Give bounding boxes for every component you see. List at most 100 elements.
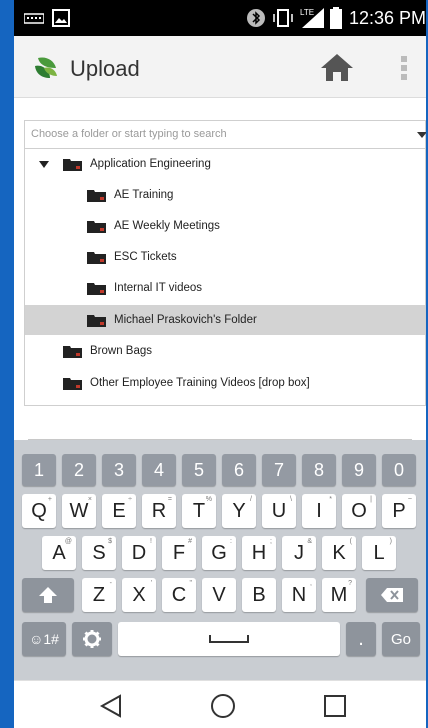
key-3[interactable]: 3 xyxy=(102,454,136,486)
key-alt: - xyxy=(109,580,112,587)
key-alt: ? xyxy=(348,580,352,587)
key-w[interactable]: W × xyxy=(62,494,96,528)
key-label: L xyxy=(373,541,385,564)
key-l[interactable]: L) xyxy=(362,536,396,570)
key-label: D xyxy=(131,541,147,564)
key-alt: " xyxy=(189,580,193,587)
key-j[interactable]: J & xyxy=(282,536,316,570)
folder-item-internal-it-videos[interactable]: Internal IT videos xyxy=(25,273,425,303)
key-label: 2 xyxy=(73,459,84,480)
key-label: 1 xyxy=(33,459,44,480)
key-p[interactable]: P ~ xyxy=(382,494,416,528)
key-alt: = xyxy=(167,496,172,503)
key-label: A xyxy=(52,541,66,564)
app-logo-icon xyxy=(35,57,57,78)
key-6[interactable]: 6 xyxy=(222,454,256,486)
folder-item-michael-praskovich-selected[interactable]: Michael Praskovich's Folder xyxy=(25,305,425,335)
folder-item-brown-bags[interactable]: Brown Bags xyxy=(25,336,425,366)
key-label: 0 xyxy=(393,459,404,480)
expand-arrow-icon[interactable] xyxy=(39,160,49,168)
key-y[interactable]: Y / xyxy=(222,494,256,528)
key-label: V xyxy=(212,583,226,606)
key-t[interactable]: T% xyxy=(182,494,216,528)
shift-key[interactable] xyxy=(22,578,74,612)
signal-lte-icon: LTE xyxy=(298,0,326,36)
recents-icon[interactable] xyxy=(322,693,348,719)
key-m[interactable]: M? xyxy=(322,578,356,612)
home-icon[interactable] xyxy=(320,52,354,82)
key-1[interactable]: 1 xyxy=(22,454,56,486)
settings-key[interactable] xyxy=(72,622,112,656)
folder-item-other-employee-training[interactable]: Other Employee Training Videos [drop box… xyxy=(25,368,425,398)
period-key[interactable]: . xyxy=(346,622,376,656)
key-label: F xyxy=(172,541,186,564)
upload-content: Application Engineering AE Training AE W… xyxy=(14,98,426,442)
key-alt: ~ xyxy=(407,496,412,503)
key-n[interactable]: N, xyxy=(282,578,316,612)
key-s[interactable]: S $ xyxy=(82,536,116,570)
key-label: P xyxy=(392,499,406,522)
key-r[interactable]: R = xyxy=(142,494,176,528)
key-5[interactable]: 5 xyxy=(182,454,216,486)
vibrate-icon xyxy=(272,0,294,36)
key-alt: * xyxy=(329,496,332,503)
folder-item-application-engineering[interactable]: Application Engineering xyxy=(25,149,425,179)
key-label: M xyxy=(330,583,348,606)
key-e[interactable]: E ÷ xyxy=(102,494,136,528)
folder-item-ae-weekly-meetings[interactable]: AE Weekly Meetings xyxy=(25,211,425,241)
key-h[interactable]: H; xyxy=(242,536,276,570)
key-alt: ; xyxy=(270,538,272,545)
key-i[interactable]: I * xyxy=(302,494,336,528)
key-c[interactable]: C " xyxy=(162,578,196,612)
folder-icon xyxy=(63,345,82,358)
key-alt: + xyxy=(47,496,52,503)
home-circle-icon[interactable] xyxy=(210,693,236,719)
bluetooth-icon xyxy=(246,0,266,36)
key-label: U xyxy=(271,499,287,522)
go-key[interactable]: Go xyxy=(382,622,420,656)
key-f[interactable]: F # xyxy=(162,536,196,570)
folder-label: Internal IT videos xyxy=(114,282,203,294)
key-u[interactable]: U \ xyxy=(262,494,296,528)
symbols-key[interactable]: ☺1# xyxy=(22,622,66,656)
key-0[interactable]: 0 xyxy=(382,454,416,486)
folder-item-esc-tickets[interactable]: ESC Tickets xyxy=(25,242,425,272)
key-o[interactable]: O | xyxy=(342,494,376,528)
backspace-key[interactable] xyxy=(366,578,418,612)
key-z[interactable]: Z- xyxy=(82,578,116,612)
key-2[interactable]: 2 xyxy=(62,454,96,486)
folder-tree: Application Engineering AE Training AE W… xyxy=(24,148,426,406)
key-8[interactable]: 8 xyxy=(302,454,336,486)
key-x[interactable]: X ' xyxy=(122,578,156,612)
key-label: B xyxy=(252,583,266,606)
folder-search-field[interactable] xyxy=(24,120,426,148)
overflow-menu-icon[interactable] xyxy=(398,54,410,82)
key-label: G xyxy=(211,541,227,564)
key-label: . xyxy=(358,627,364,650)
spacebar-key[interactable] xyxy=(118,622,340,656)
folder-item-ae-training[interactable]: AE Training xyxy=(25,180,425,210)
key-v[interactable]: V xyxy=(202,578,236,612)
key-b[interactable]: B xyxy=(242,578,276,612)
key-k[interactable]: K( xyxy=(322,536,356,570)
key-label: 5 xyxy=(193,459,204,480)
key-9[interactable]: 9 xyxy=(342,454,376,486)
key-alt: % xyxy=(205,496,212,503)
folder-search-input[interactable] xyxy=(25,121,395,147)
key-alt: ÷ xyxy=(128,496,132,503)
chevron-down-icon[interactable] xyxy=(417,132,426,138)
key-alt: | xyxy=(370,496,372,503)
image-notification-icon xyxy=(52,0,70,36)
key-a[interactable]: A @ xyxy=(42,536,76,570)
back-icon[interactable] xyxy=(98,693,124,719)
key-q[interactable]: Q + xyxy=(22,494,56,528)
key-7[interactable]: 7 xyxy=(262,454,296,486)
key-label: W xyxy=(69,499,89,522)
key-g[interactable]: G: xyxy=(202,536,236,570)
key-label: 6 xyxy=(233,459,244,480)
key-4[interactable]: 4 xyxy=(142,454,176,486)
key-label: S xyxy=(92,541,106,564)
key-d[interactable]: D! xyxy=(122,536,156,570)
key-alt: $ xyxy=(108,538,112,545)
key-label: 9 xyxy=(353,459,364,480)
